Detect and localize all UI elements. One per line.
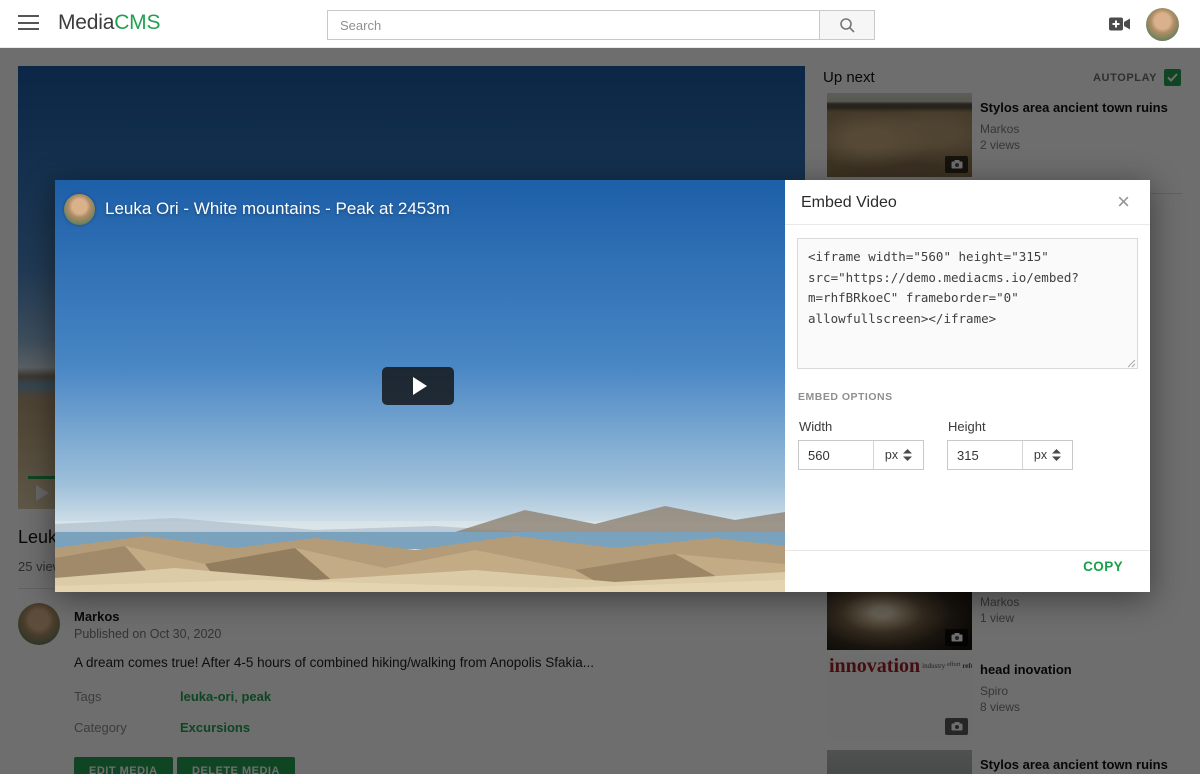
search-icon xyxy=(839,17,856,34)
logo[interactable]: MediaCMS xyxy=(58,11,160,35)
height-unit-select[interactable]: px xyxy=(1022,441,1072,469)
play-icon xyxy=(413,377,427,395)
dialog-title: Embed Video xyxy=(801,194,897,212)
embed-options-panel: Embed Video × <iframe width="560" height… xyxy=(785,180,1150,592)
hamburger-menu-icon[interactable] xyxy=(18,15,39,32)
search-input[interactable] xyxy=(327,10,820,40)
width-field-group: px xyxy=(798,440,924,470)
spinner-arrows-icon xyxy=(903,449,912,461)
logo-prefix: Media xyxy=(58,11,114,34)
page: MediaCMS Leuka Ori - White mountains - P… xyxy=(0,0,1200,774)
preview-video-title: Leuka Ori - White mountains - Peak at 24… xyxy=(105,199,450,219)
embed-options-label: EMBED OPTIONS xyxy=(798,391,893,403)
embed-preview-player[interactable]: Leuka Ori - White mountains - Peak at 24… xyxy=(55,180,785,592)
spinner-arrows-icon xyxy=(1052,449,1061,461)
resize-handle-icon[interactable] xyxy=(1126,358,1136,368)
height-label: Height xyxy=(948,419,986,434)
preview-play-button[interactable] xyxy=(382,367,454,405)
height-input[interactable] xyxy=(948,441,1022,469)
embed-video-dialog: Leuka Ori - White mountains - Peak at 24… xyxy=(55,180,1150,592)
height-field-group: px xyxy=(947,440,1073,470)
copy-button[interactable]: COPY xyxy=(1083,559,1123,574)
search-bar xyxy=(327,10,875,40)
preview-author-avatar xyxy=(64,194,95,225)
width-unit-select[interactable]: px xyxy=(873,441,923,469)
upload-video-icon[interactable] xyxy=(1108,15,1132,33)
width-unit-value: px xyxy=(885,448,898,462)
divider xyxy=(785,224,1150,225)
logo-suffix: CMS xyxy=(114,11,160,34)
height-unit-value: px xyxy=(1034,448,1047,462)
close-icon[interactable]: × xyxy=(1117,191,1130,213)
embed-code-textarea[interactable]: <iframe width="560" height="315" src="ht… xyxy=(797,238,1138,369)
user-avatar[interactable] xyxy=(1146,8,1179,41)
top-bar: MediaCMS xyxy=(0,0,1200,48)
width-label: Width xyxy=(799,419,832,434)
width-input[interactable] xyxy=(799,441,873,469)
divider xyxy=(785,550,1150,551)
search-button[interactable] xyxy=(820,10,875,40)
